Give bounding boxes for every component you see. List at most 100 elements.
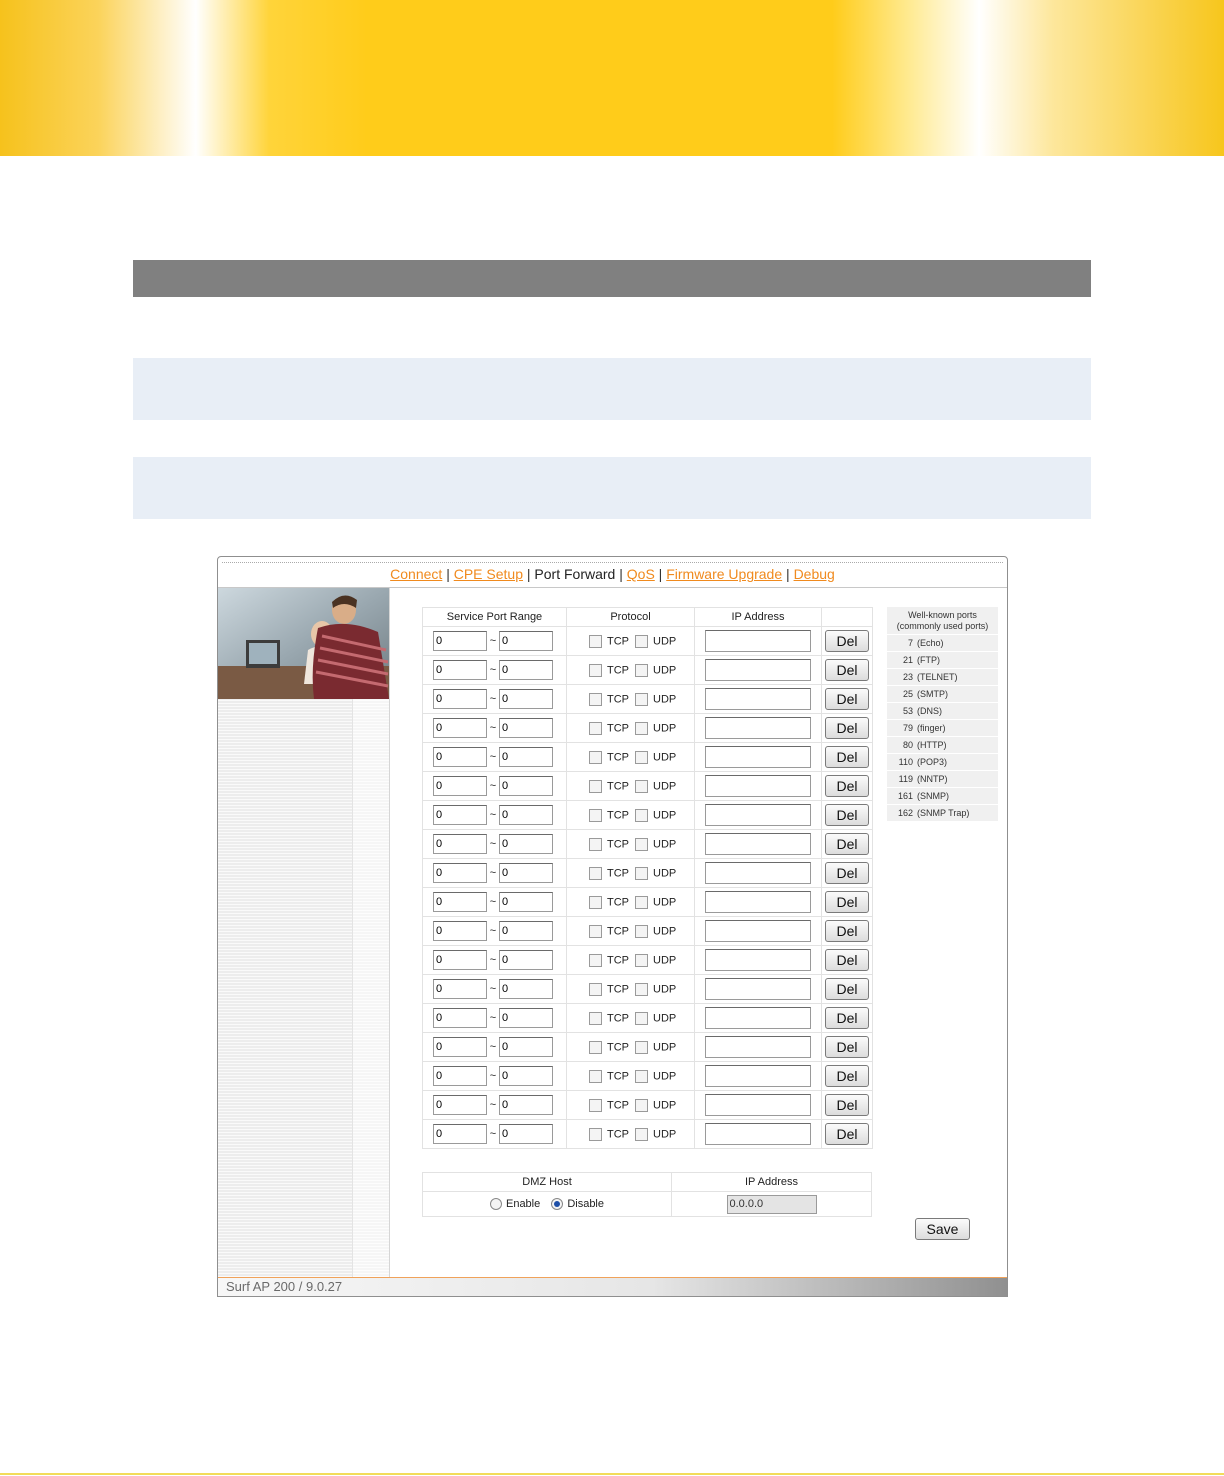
udp-checkbox[interactable] (635, 895, 648, 909)
tcp-checkbox[interactable] (589, 866, 602, 880)
tcp-checkbox[interactable] (589, 1011, 602, 1025)
ip-address-input[interactable] (705, 862, 811, 884)
port-start-input[interactable] (433, 863, 487, 883)
tcp-checkbox[interactable] (589, 779, 602, 793)
udp-checkbox[interactable] (635, 924, 648, 938)
tcp-checkbox[interactable] (589, 1127, 602, 1141)
dmz-disable-radio[interactable] (551, 1198, 564, 1211)
ip-address-input[interactable] (705, 630, 811, 652)
port-end-input[interactable] (499, 1095, 553, 1115)
port-end-input[interactable] (499, 689, 553, 709)
del-button[interactable]: Del (825, 1007, 869, 1029)
port-end-input[interactable] (499, 1037, 553, 1057)
tcp-checkbox[interactable] (589, 924, 602, 938)
udp-checkbox[interactable] (635, 1127, 648, 1141)
del-button[interactable]: Del (825, 920, 869, 942)
del-button[interactable]: Del (825, 630, 869, 652)
tcp-checkbox[interactable] (589, 982, 602, 996)
del-button[interactable]: Del (825, 833, 869, 855)
tcp-checkbox[interactable] (589, 692, 602, 706)
udp-checkbox[interactable] (635, 779, 648, 793)
del-button[interactable]: Del (825, 891, 869, 913)
del-button[interactable]: Del (825, 978, 869, 1000)
nav-link-cpe-setup[interactable]: CPE Setup (454, 566, 523, 582)
port-start-input[interactable] (433, 834, 487, 854)
port-start-input[interactable] (433, 892, 487, 912)
ip-address-input[interactable] (705, 659, 811, 681)
udp-checkbox[interactable] (635, 1040, 648, 1054)
udp-checkbox[interactable] (635, 1098, 648, 1112)
ip-address-input[interactable] (705, 949, 811, 971)
port-end-input[interactable] (499, 776, 553, 796)
port-start-input[interactable] (433, 1066, 487, 1086)
ip-address-input[interactable] (705, 1065, 811, 1087)
port-end-input[interactable] (499, 805, 553, 825)
port-start-input[interactable] (433, 979, 487, 999)
tcp-checkbox[interactable] (589, 634, 602, 648)
udp-checkbox[interactable] (635, 953, 648, 967)
save-button[interactable]: Save (915, 1218, 970, 1240)
port-end-input[interactable] (499, 834, 553, 854)
udp-checkbox[interactable] (635, 1011, 648, 1025)
tcp-checkbox[interactable] (589, 663, 602, 677)
nav-link-firmware-upgrade[interactable]: Firmware Upgrade (666, 566, 782, 582)
port-end-input[interactable] (499, 747, 553, 767)
del-button[interactable]: Del (825, 688, 869, 710)
tcp-checkbox[interactable] (589, 1040, 602, 1054)
tcp-checkbox[interactable] (589, 953, 602, 967)
port-start-input[interactable] (433, 747, 487, 767)
nav-link-connect[interactable]: Connect (390, 566, 442, 582)
ip-address-input[interactable] (705, 688, 811, 710)
udp-checkbox[interactable] (635, 634, 648, 648)
del-button[interactable]: Del (825, 1123, 869, 1145)
del-button[interactable]: Del (825, 862, 869, 884)
udp-checkbox[interactable] (635, 663, 648, 677)
ip-address-input[interactable] (705, 1036, 811, 1058)
port-end-input[interactable] (499, 921, 553, 941)
port-end-input[interactable] (499, 631, 553, 651)
ip-address-input[interactable] (705, 1094, 811, 1116)
port-end-input[interactable] (499, 1066, 553, 1086)
port-start-input[interactable] (433, 1124, 487, 1144)
udp-checkbox[interactable] (635, 721, 648, 735)
ip-address-input[interactable] (705, 978, 811, 1000)
port-start-input[interactable] (433, 1037, 487, 1057)
tcp-checkbox[interactable] (589, 837, 602, 851)
nav-link-qos[interactable]: QoS (627, 566, 655, 582)
port-end-input[interactable] (499, 892, 553, 912)
del-button[interactable]: Del (825, 659, 869, 681)
udp-checkbox[interactable] (635, 866, 648, 880)
ip-address-input[interactable] (705, 746, 811, 768)
port-start-input[interactable] (433, 950, 487, 970)
port-end-input[interactable] (499, 863, 553, 883)
port-start-input[interactable] (433, 776, 487, 796)
udp-checkbox[interactable] (635, 1069, 648, 1083)
del-button[interactable]: Del (825, 1065, 869, 1087)
ip-address-input[interactable] (705, 833, 811, 855)
del-button[interactable]: Del (825, 717, 869, 739)
port-end-input[interactable] (499, 718, 553, 738)
nav-link-debug[interactable]: Debug (794, 566, 835, 582)
ip-address-input[interactable] (705, 891, 811, 913)
udp-checkbox[interactable] (635, 837, 648, 851)
ip-address-input[interactable] (705, 804, 811, 826)
port-end-input[interactable] (499, 660, 553, 680)
ip-address-input[interactable] (705, 1007, 811, 1029)
udp-checkbox[interactable] (635, 982, 648, 996)
port-start-input[interactable] (433, 1095, 487, 1115)
tcp-checkbox[interactable] (589, 750, 602, 764)
ip-address-input[interactable] (705, 717, 811, 739)
del-button[interactable]: Del (825, 804, 869, 826)
port-start-input[interactable] (433, 1008, 487, 1028)
del-button[interactable]: Del (825, 746, 869, 768)
tcp-checkbox[interactable] (589, 1069, 602, 1083)
tcp-checkbox[interactable] (589, 721, 602, 735)
port-start-input[interactable] (433, 805, 487, 825)
tcp-checkbox[interactable] (589, 895, 602, 909)
dmz-enable-radio[interactable] (489, 1198, 502, 1211)
port-start-input[interactable] (433, 718, 487, 738)
port-start-input[interactable] (433, 660, 487, 680)
port-end-input[interactable] (499, 950, 553, 970)
del-button[interactable]: Del (825, 1094, 869, 1116)
ip-address-input[interactable] (705, 920, 811, 942)
